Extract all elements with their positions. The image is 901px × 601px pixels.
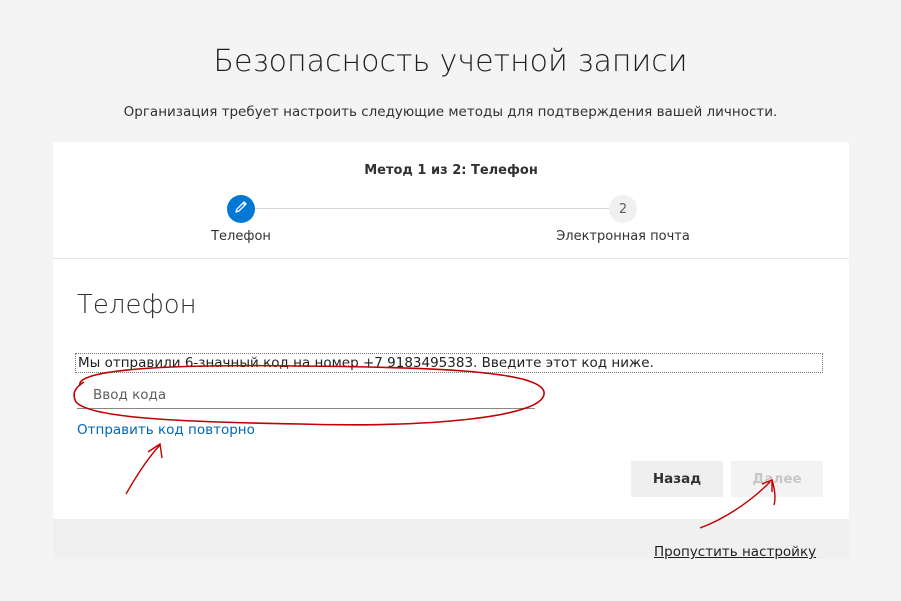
page: Безопасность учетной записи Организация … — [0, 0, 901, 601]
pencil-icon — [233, 199, 249, 219]
step-2-number: 2 — [618, 201, 628, 217]
page-title: Безопасность учетной записи — [213, 44, 688, 79]
step-1-label: Телефон — [211, 229, 271, 244]
page-subtitle: Организация требует настроить следующие … — [123, 104, 778, 120]
verification-code-input[interactable] — [77, 382, 535, 409]
step-heading: Метод 1 из 2: Телефон — [364, 163, 538, 178]
step-2-label: Электронная почта — [556, 229, 690, 244]
setup-card: Метод 1 из 2: Телефон Телефон 2 Электрон… — [53, 142, 849, 559]
step-2-indicator: 2 — [609, 195, 637, 223]
stepper-line — [253, 208, 613, 209]
skip-setup-link[interactable]: Пропустить настройку — [654, 544, 816, 560]
back-button[interactable]: Назад — [631, 461, 723, 497]
next-button[interactable]: Далее — [731, 461, 823, 497]
code-sent-message: Мы отправили 6-значный код на номер +7 9… — [75, 353, 823, 373]
resend-code-link[interactable]: Отправить код повторно — [77, 422, 255, 438]
divider — [53, 258, 849, 259]
section-title: Телефон — [77, 290, 197, 320]
step-1-indicator — [227, 195, 255, 223]
